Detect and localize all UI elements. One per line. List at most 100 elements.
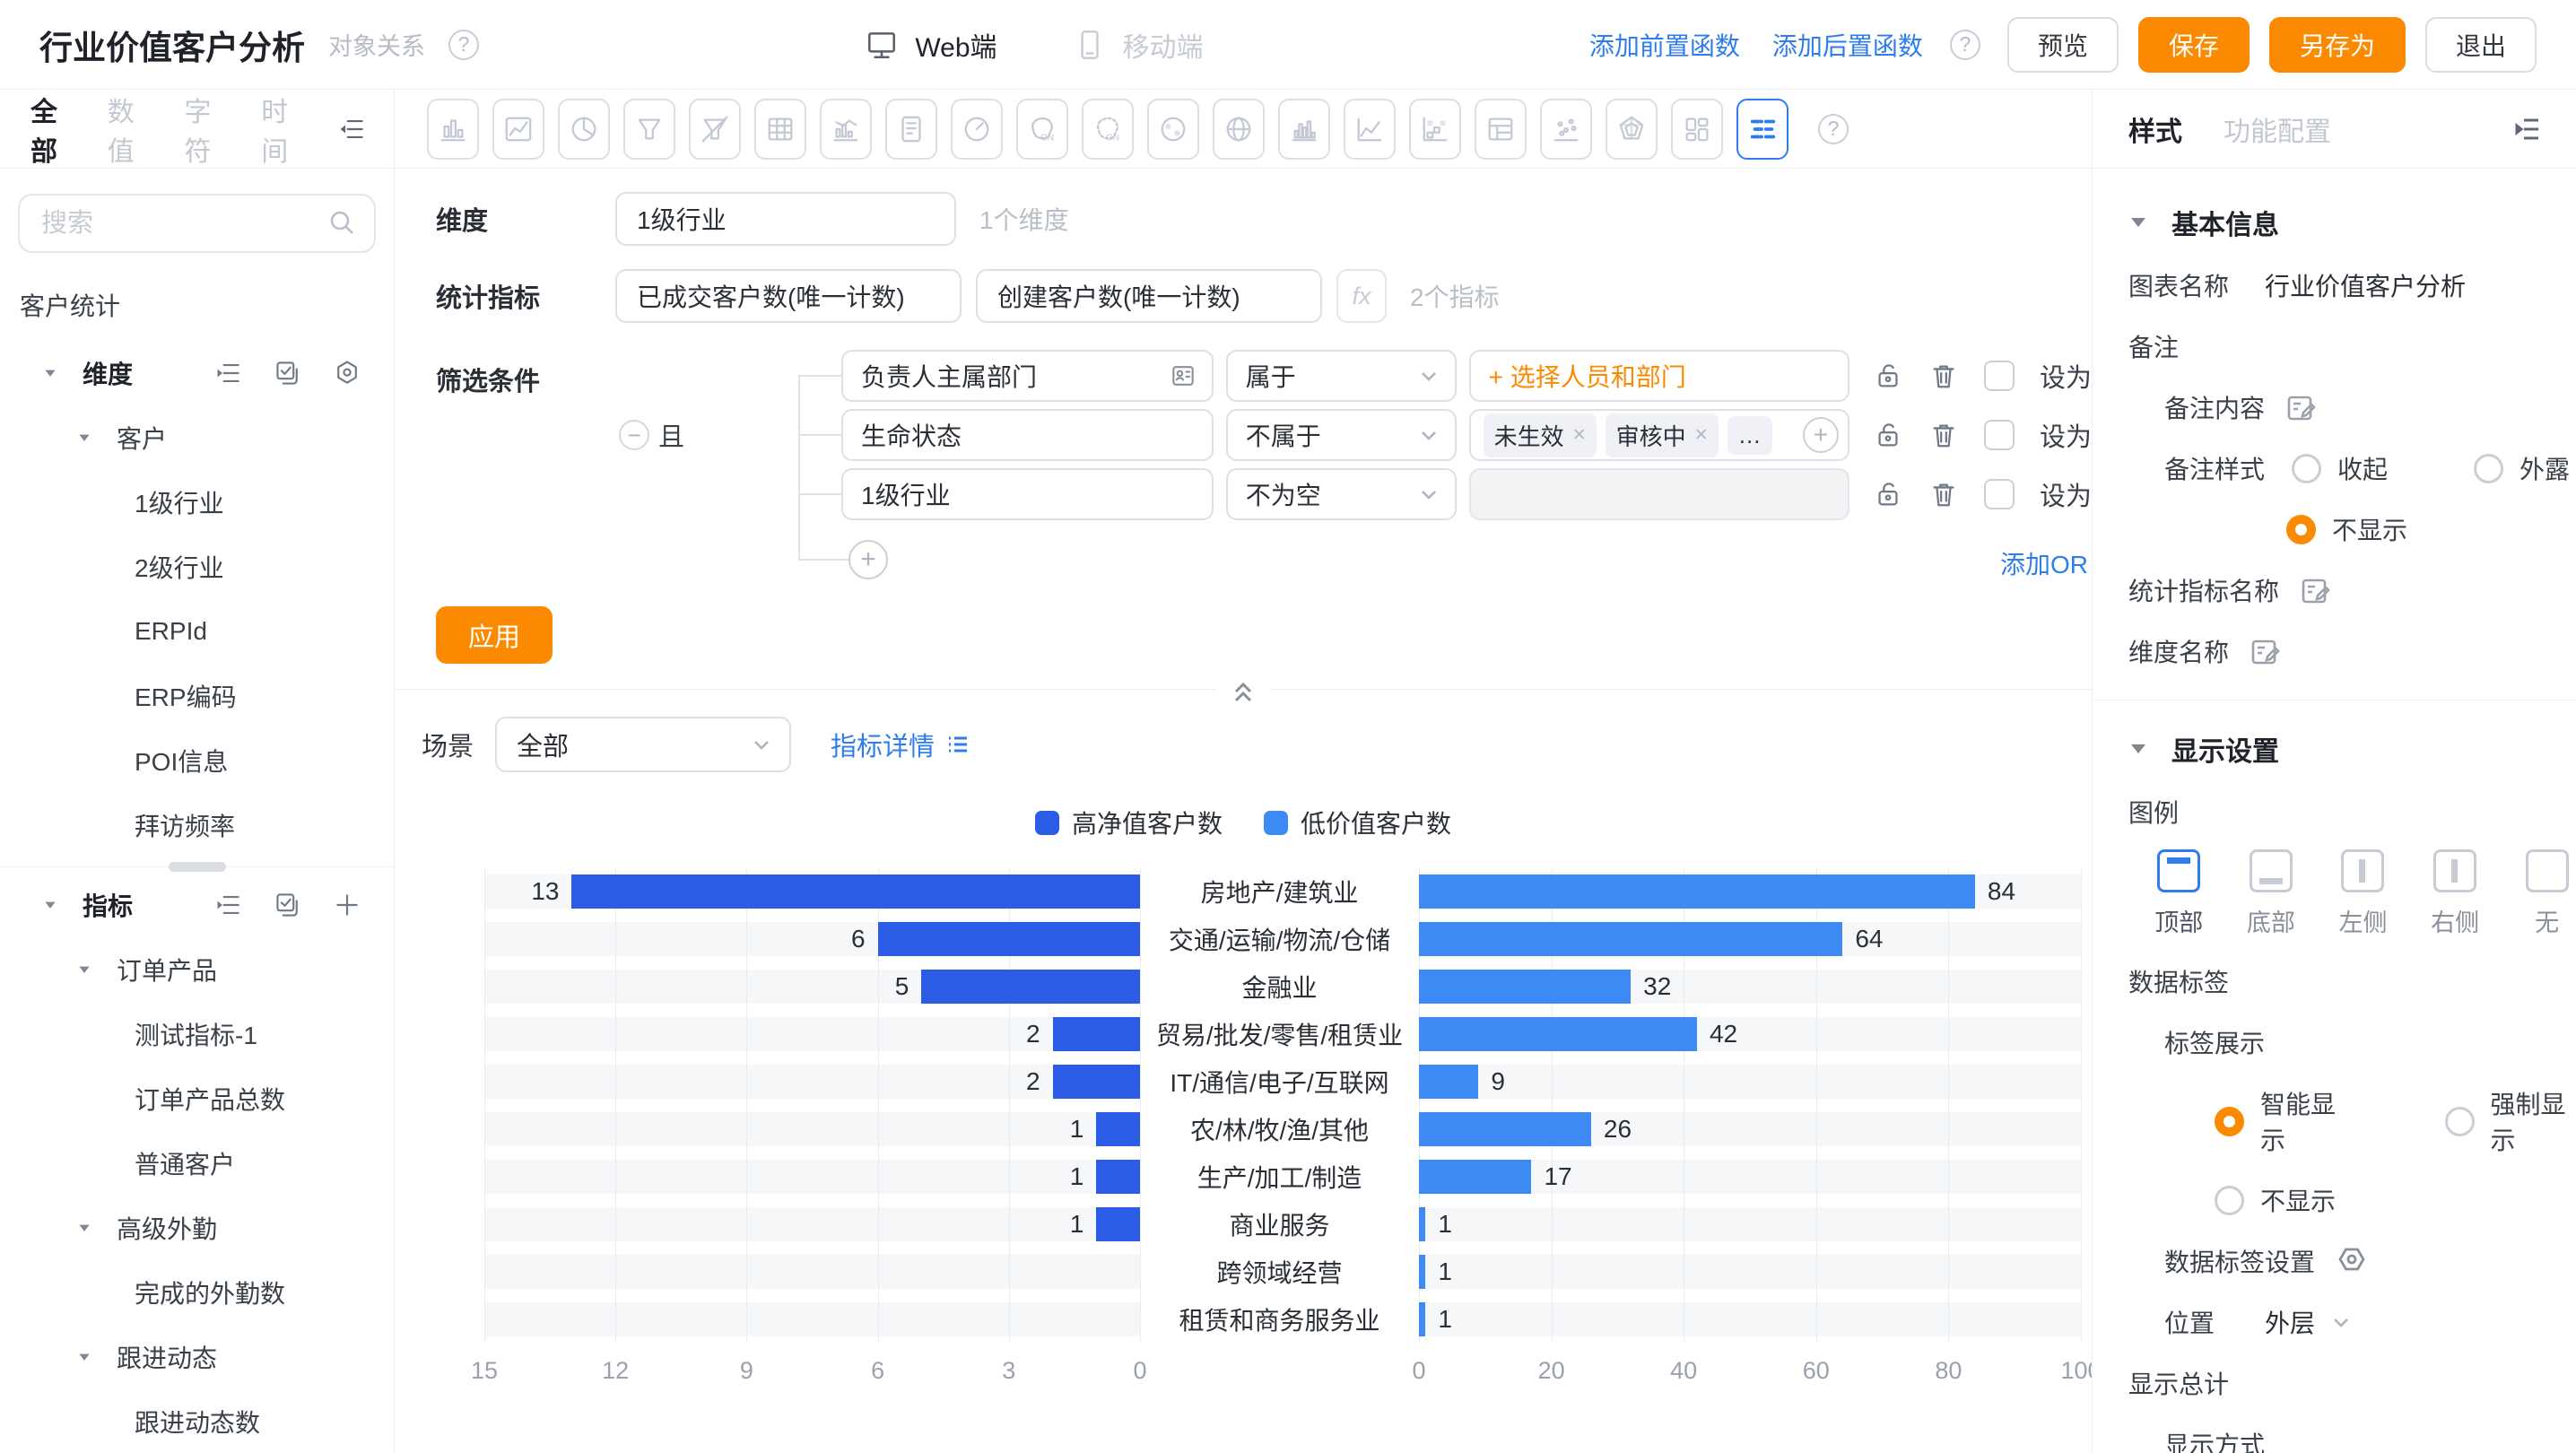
tree-item-测试指标-1[interactable]: 测试指标-1 (0, 1002, 394, 1066)
filter-operator-select[interactable]: 不属于 (1226, 409, 1457, 461)
filter-value-tags[interactable]: 未生效×审核中×…+ (1469, 409, 1849, 461)
help-icon[interactable]: ? (1950, 30, 1980, 60)
function-link-0[interactable]: 添加前置函数 (1589, 27, 1740, 63)
collapse-sidebar-icon[interactable] (2513, 114, 2544, 144)
tree-item-订单产品总数[interactable]: 订单产品总数 (0, 1066, 394, 1131)
pie-chart[interactable] (558, 99, 610, 160)
map-china-chart[interactable]: CN (1016, 99, 1068, 160)
bar-low-value[interactable] (1419, 1302, 1425, 1336)
radio-expose[interactable] (2474, 454, 2503, 483)
multi-select-icon[interactable] (274, 891, 302, 919)
radio-force-show[interactable] (2445, 1107, 2475, 1136)
filter-value-picker[interactable]: + 选择人员和部门 (1469, 350, 1849, 402)
radio-collapse[interactable] (2292, 454, 2321, 483)
退出-button[interactable]: 退出 (2425, 17, 2537, 73)
tree-item-拜访频率[interactable]: 拜访频率 (0, 793, 394, 857)
tree-item-2级行业[interactable]: 2级行业 (0, 535, 394, 599)
map-china-dotted-chart[interactable]: CN (1082, 99, 1134, 160)
set-as-checkbox[interactable] (1984, 479, 2015, 509)
scene-select[interactable]: 全部 (495, 717, 791, 772)
legend-position-顶部[interactable]: 顶部 (2150, 849, 2208, 938)
lock-open-icon[interactable] (1873, 479, 1903, 509)
help-icon[interactable]: ? (1818, 114, 1849, 144)
multi-select-icon[interactable] (274, 359, 302, 387)
bar-high-value[interactable] (571, 874, 1140, 909)
tree-item-ERP编码[interactable]: ERP编码 (0, 664, 394, 728)
radar-chart[interactable] (1606, 99, 1658, 160)
histogram-chart[interactable] (1278, 99, 1330, 160)
legend-position-右侧[interactable]: 右侧 (2426, 849, 2485, 938)
bar-chart[interactable] (427, 99, 479, 160)
tree-item-ERPId[interactable]: ERPId (0, 599, 394, 664)
bar-high-value[interactable] (921, 970, 1140, 1004)
measure-chip[interactable]: 创建客户数(唯一计数) (976, 269, 1322, 323)
platform-tab-移动端[interactable]: 移动端 (1073, 25, 1204, 65)
保存-button[interactable]: 保存 (2138, 17, 2250, 73)
tree-group-客户[interactable]: 客户 (0, 405, 394, 470)
remove-tag-icon[interactable]: × (1573, 422, 1586, 448)
indent-icon[interactable] (214, 359, 243, 387)
globe-chart[interactable] (1213, 99, 1265, 160)
tree-group-高级外勤[interactable]: 高级外勤 (0, 1196, 394, 1260)
radio-label-hidden[interactable] (2215, 1186, 2244, 1215)
gear-icon[interactable] (333, 359, 361, 387)
bidirectional-bar-chart[interactable] (1736, 99, 1788, 160)
tree-section-维度[interactable]: 维度 (0, 341, 394, 405)
collapse-panel-icon[interactable] (1216, 674, 1270, 706)
filter-operator-select[interactable]: 不为空 (1226, 468, 1457, 520)
radio-hidden-selected[interactable] (2286, 515, 2316, 544)
sort-icon[interactable] (338, 115, 367, 144)
matrix-chart[interactable] (1409, 99, 1461, 160)
object-relation-link[interactable]: 对象关系 (328, 27, 425, 62)
bar-low-value[interactable] (1419, 1112, 1591, 1146)
function-link-1[interactable]: 添加后置函数 (1772, 27, 1923, 63)
bar-high-value[interactable] (1053, 1065, 1140, 1099)
预览-button[interactable]: 预览 (2007, 17, 2119, 73)
field-tab-时间[interactable]: 时间 (261, 90, 297, 169)
trash-icon[interactable] (1928, 361, 1959, 391)
bar-low-value[interactable] (1419, 970, 1631, 1004)
edit-icon[interactable] (2299, 574, 2331, 606)
tree-section-指标[interactable]: 指标 (0, 873, 394, 937)
edit-icon[interactable] (2284, 391, 2317, 423)
line-chart[interactable] (492, 99, 544, 160)
search-input[interactable] (18, 194, 376, 253)
tree-item-跟进动态数[interactable]: 跟进动态数 (0, 1389, 394, 1453)
trash-icon[interactable] (1928, 479, 1959, 509)
legend-position-左侧[interactable]: 左侧 (2334, 849, 2392, 938)
value-tag-未生效[interactable]: 未生效× (1484, 413, 1597, 457)
trend-chart[interactable] (820, 99, 872, 160)
section-display-settings[interactable]: 显示设置 (2128, 729, 2576, 769)
value-tag-审核中[interactable]: 审核中× (1606, 413, 1719, 457)
fx-button[interactable]: fx (1336, 269, 1387, 323)
line-area-chart[interactable] (1344, 99, 1396, 160)
label-position-select[interactable]: 外层 (2265, 1304, 2315, 1340)
tree-group-订单产品[interactable]: 订单产品 (0, 937, 394, 1002)
tree-item-完成的外勤数[interactable]: 完成的外勤数 (0, 1260, 394, 1325)
tree-item-普通客户[interactable]: 普通客户 (0, 1131, 394, 1196)
tab-style[interactable]: 样式 (2128, 109, 2182, 149)
bar-high-value[interactable] (1096, 1160, 1140, 1194)
collapse-minus-icon[interactable]: − (619, 420, 649, 450)
card-group-chart[interactable] (1671, 99, 1723, 160)
lock-open-icon[interactable] (1873, 420, 1903, 450)
set-as-checkbox[interactable] (1984, 420, 2015, 450)
bar-low-value[interactable] (1419, 1207, 1425, 1241)
scatter-chart[interactable] (1540, 99, 1592, 160)
legend-position-无[interactable]: 无 (2518, 849, 2576, 938)
bar-low-value[interactable] (1419, 874, 1975, 909)
map-world-chart[interactable] (1147, 99, 1199, 160)
section-basic-info[interactable]: 基本信息 (2128, 203, 2576, 242)
gear-icon[interactable] (2335, 1244, 2369, 1278)
tree-item-1级行业[interactable]: 1级行业 (0, 470, 394, 535)
field-tab-数值[interactable]: 数值 (108, 90, 144, 169)
field-tab-全部[interactable]: 全部 (30, 90, 66, 169)
bar-high-value[interactable] (1096, 1207, 1140, 1241)
help-icon[interactable]: ? (448, 30, 479, 60)
lock-open-icon[interactable] (1873, 361, 1903, 391)
bar-low-value[interactable] (1419, 1017, 1697, 1051)
bar-low-value[interactable] (1419, 922, 1842, 956)
more-tags[interactable]: … (1727, 416, 1772, 455)
drag-handle[interactable] (169, 862, 226, 872)
apply-button[interactable]: 应用 (436, 606, 553, 664)
